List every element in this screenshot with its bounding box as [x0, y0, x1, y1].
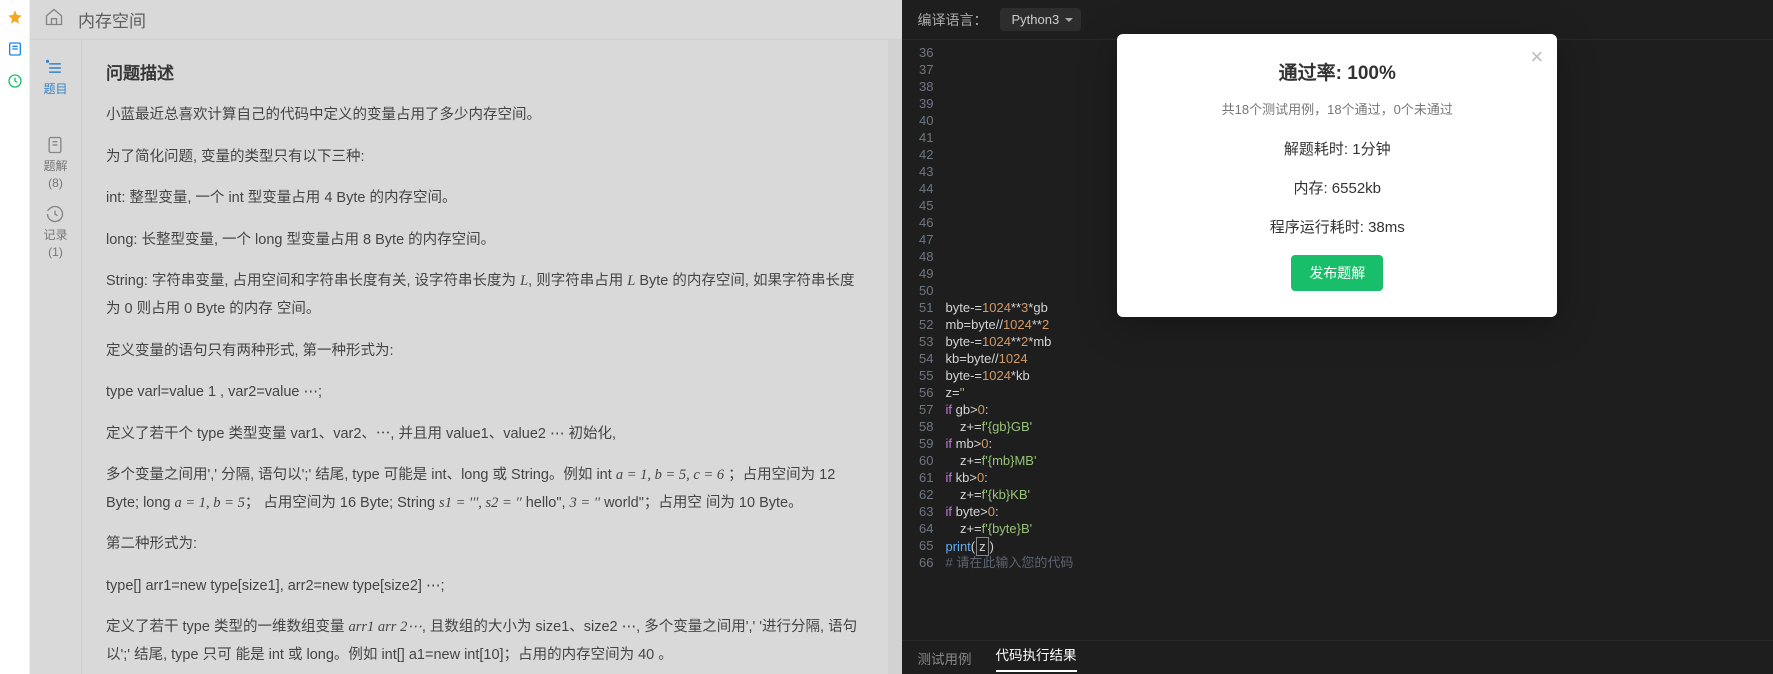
scrollbar[interactable]: [888, 40, 902, 674]
nav-record[interactable]: 记录 (1): [43, 200, 67, 263]
problem-p4: long: 长整型变量, 一个 long 型变量占用 8 Byte 的内存空间。: [106, 227, 864, 255]
problem-p7: type varl=value 1 , var2=value ⋯;: [106, 379, 864, 407]
left-body: 题目 题解 (8) 记录 (1) 问题描述 小蓝最近总喜欢计算自己的代码中定义的…: [30, 40, 902, 674]
problem-content: 问题描述 小蓝最近总喜欢计算自己的代码中定义的变量占用了多少内存空间。 为了简化…: [82, 40, 888, 674]
home-icon[interactable]: [44, 7, 64, 32]
clock-icon[interactable]: [6, 72, 24, 90]
problem-p12: 定义了若干 type 类型的一维数组变量 arr1 arr 2⋯, 且数组的大小…: [106, 614, 864, 669]
tab-testcase[interactable]: 测试用例: [918, 648, 972, 668]
language-select[interactable]: Python3: [1000, 8, 1082, 31]
left-header: 内存空间: [30, 0, 902, 40]
publish-solution-button[interactable]: 发布题解: [1291, 255, 1383, 291]
nav-record-count: (1): [48, 245, 63, 259]
icon-rail: [0, 0, 30, 674]
problem-p9: 多个变量之间用',' 分隔, 语句以';' 结尾, type 可能是 int、l…: [106, 462, 864, 517]
left-panel: 内存空间 题目 题解 (8) 记录 (1): [30, 0, 902, 674]
problem-p10: 第二种形式为:: [106, 531, 864, 559]
problem-p2: 为了简化问题, 变量的类型只有以下三种:: [106, 144, 864, 172]
problem-p6: 定义变量的语句只有两种形式, 第一种形式为:: [106, 338, 864, 366]
problem-p11: type[] arr1=new type[size1], arr2=new ty…: [106, 573, 864, 601]
problem-p3: int: 整型变量, 一个 int 型变量占用 4 Byte 的内存空间。: [106, 185, 864, 213]
problem-heading: 问题描述: [106, 58, 864, 90]
nav-solution-count: (8): [48, 176, 63, 190]
problem-p8: 定义了若干个 type 类型变量 var1、var2、⋯, 并且用 value1…: [106, 421, 864, 449]
page-title: 内存空间: [78, 7, 146, 32]
right-panel: 编译语言： Python3 36373839404142434445464748…: [902, 0, 1773, 674]
nav-problem-label: 题目: [43, 80, 67, 97]
nav-record-label: 记录: [43, 226, 67, 243]
close-icon[interactable]: ×: [1530, 44, 1543, 70]
modal-memory: 内存: 6552kb: [1137, 177, 1537, 198]
modal-runtime: 程序运行耗时: 38ms: [1137, 216, 1537, 237]
result-modal: × 通过率: 100% 共18个测试用例，18个通过，0个未通过 解题耗时: 1…: [1117, 34, 1557, 317]
right-footer: 测试用例 代码执行结果: [902, 640, 1773, 674]
problem-p1: 小蓝最近总喜欢计算自己的代码中定义的变量占用了多少内存空间。: [106, 102, 864, 130]
nav-problem[interactable]: 题目: [43, 54, 67, 101]
nav-solution-label: 题解: [43, 157, 67, 174]
side-nav: 题目 题解 (8) 记录 (1): [30, 40, 82, 674]
book-icon[interactable]: [6, 40, 24, 58]
app-root: 内存空间 题目 题解 (8) 记录 (1): [0, 0, 1773, 674]
nav-solution[interactable]: 题解 (8): [43, 131, 67, 194]
modal-title: 通过率: 100%: [1137, 58, 1537, 85]
modal-subtitle: 共18个测试用例，18个通过，0个未通过: [1137, 99, 1537, 118]
star-icon[interactable]: [6, 8, 24, 26]
line-gutter: 3637383940414243444546474849505152535455…: [902, 40, 942, 640]
lang-label: 编译语言：: [918, 10, 988, 30]
problem-p5: String: 字符串变量, 占用空间和字符串长度有关, 设字符串长度为 L, …: [106, 268, 864, 323]
modal-solve-time: 解题耗时: 1分钟: [1137, 138, 1537, 159]
tab-result[interactable]: 代码执行结果: [996, 644, 1077, 672]
